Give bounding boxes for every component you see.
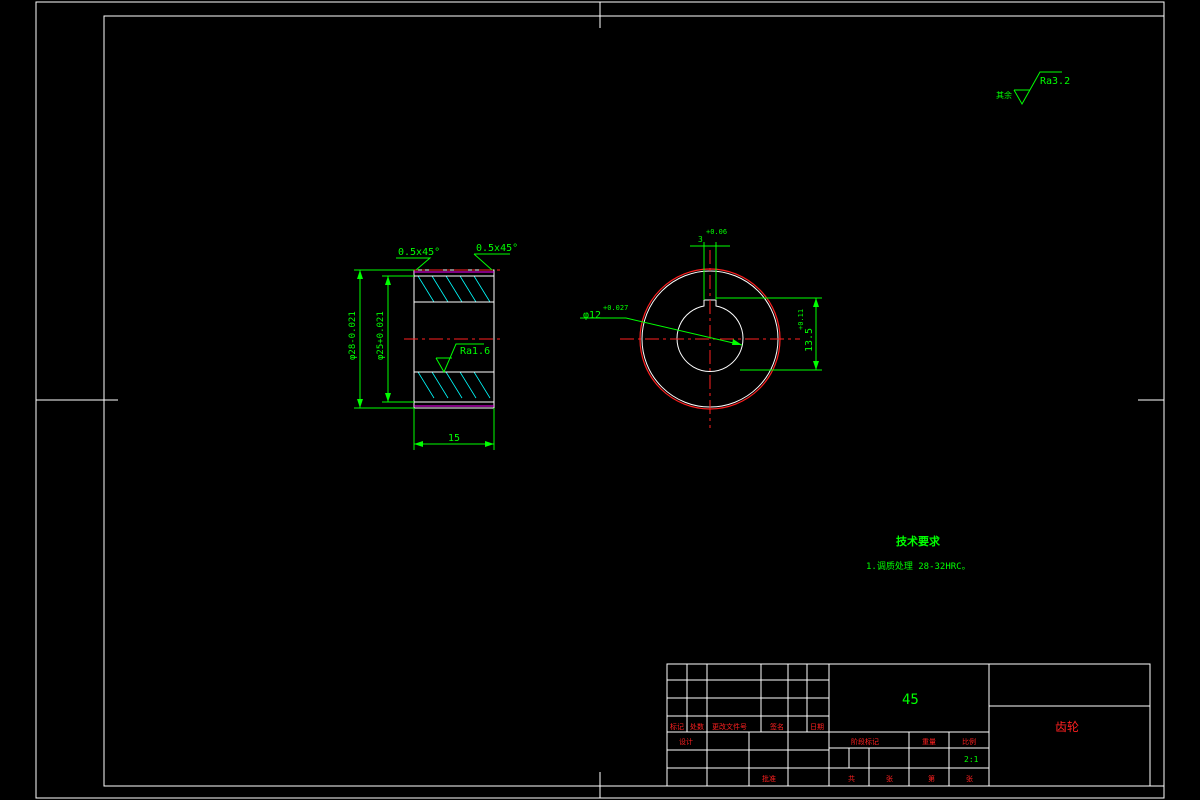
sheet-unit-label-1: 张 <box>886 774 893 783</box>
key-depth-tol-label: +0.11 <box>797 309 805 330</box>
cad-drawing: 0.5x45° 0.5x45° φ28-0.021 φ25+0.021 Ra1.… <box>35 1 1165 799</box>
weight-label: 重量 <box>922 738 936 746</box>
rev-col-file: 更改文件号 <box>712 722 747 731</box>
width-label: 15 <box>448 433 460 444</box>
centerlines-side <box>404 269 504 340</box>
keyway-width-label: 3 <box>698 235 703 244</box>
roughness-label: Ra1.6 <box>460 346 490 357</box>
part-name-label: 齿轮 <box>1055 720 1079 734</box>
keyway-tol-label: +0.06 <box>706 228 727 236</box>
rev-col-mark: 标记 <box>670 722 684 731</box>
drawing-frame <box>35 1 1165 799</box>
rev-col-sign: 签名 <box>770 722 784 731</box>
bore-diameter-label: φ25+0.021 <box>376 311 386 360</box>
sheet-no-label: 第 <box>928 774 935 783</box>
key-depth-label: 13.5 <box>804 328 815 352</box>
side-view: 0.5x45° 0.5x45° φ28-0.021 φ25+0.021 Ra1.… <box>348 243 518 450</box>
surface-note-prefix: 其余 <box>996 90 1012 100</box>
approve-label: 批准 <box>762 774 776 783</box>
stage-label: 阶段标记 <box>851 737 879 746</box>
hatch-lower <box>417 371 491 399</box>
tech-requirements: 技术要求 1.调质处理 28-32HRC。 <box>866 534 971 572</box>
bore-tol-label: +0.027 <box>603 304 628 312</box>
inner-border <box>103 15 1165 787</box>
tech-title: 技术要求 <box>896 534 941 548</box>
hatch-upper <box>417 275 491 303</box>
rev-col-count: 处数 <box>690 722 704 731</box>
rev-col-date: 日期 <box>810 723 824 731</box>
sheet-total-label: 共 <box>848 774 855 783</box>
bore-dia-label: φ12 <box>583 310 601 321</box>
chamfer-right-label: 0.5x45° <box>476 243 518 254</box>
sheet-unit-label-2: 张 <box>966 774 973 783</box>
surface-note-value: Ra3.2 <box>1040 76 1070 87</box>
scale-label: 比例 <box>962 737 976 746</box>
material-label: 45 <box>902 692 919 708</box>
scale-value: 2:1 <box>964 755 979 764</box>
chamfer-left-label: 0.5x45° <box>398 247 440 258</box>
tech-item: 1.调质处理 28-32HRC。 <box>866 560 971 572</box>
outer-diameter-label: φ28-0.021 <box>348 311 358 360</box>
centerlines-front <box>620 250 800 428</box>
designer-label: 设计 <box>679 737 693 746</box>
front-view: 3 +0.06 φ12 +0.027 13.5 +0.11 <box>580 228 822 428</box>
surface-note: 其余 Ra3.2 <box>996 71 1070 106</box>
outer-border <box>35 1 1165 799</box>
